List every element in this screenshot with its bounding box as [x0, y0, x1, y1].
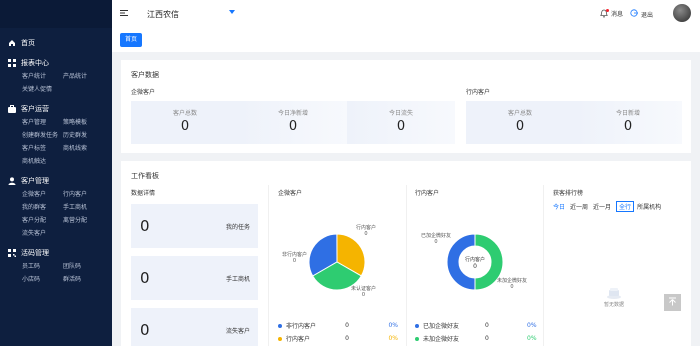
legend-row: 行内客户 0 0% [278, 334, 398, 343]
menu-toggle-icon[interactable] [120, 9, 128, 19]
org-select[interactable]: 江西农信 [147, 8, 237, 20]
back-to-top-button[interactable] [664, 294, 681, 311]
bank-chart-label: 已加企微好友 0 [421, 233, 452, 245]
filter-all-bank[interactable]: 全行 [616, 201, 635, 212]
sidebar-head-reports[interactable]: 报表中心 [0, 56, 112, 70]
filter-org[interactable]: 所属机构 [637, 202, 661, 211]
stat-card: 客户总数 0 [131, 101, 239, 144]
divider [543, 185, 544, 346]
stat-card: 客户总数 0 [466, 101, 574, 144]
workboard-title: 工作看板 [131, 172, 159, 180]
legend-swatch [278, 323, 282, 328]
sidebar-item[interactable]: 客户统计 [22, 70, 63, 83]
sidebar-group-customers: 客户管理 企微客户 行内客户 我的群客 手工商机 客户分配 离营分配 流失客户 [0, 174, 112, 242]
wecom-chart-label: 非行内客户 0 [282, 252, 308, 264]
notification-dot [606, 9, 609, 12]
sidebar-item[interactable]: 流失客户 [22, 227, 63, 240]
divider [268, 185, 269, 346]
wecom-chart-label: 行内客户 0 [356, 225, 377, 237]
tab-bar: 首页 [112, 28, 700, 52]
sidebar-group-livecode: 活码管理 员工码 团队码 小店码 群活码 [0, 246, 112, 288]
briefcase-icon [8, 105, 16, 113]
sidebar-item[interactable]: 关键人促情 [22, 83, 63, 96]
legend-row: 已加企微好友 0 0% [415, 321, 537, 330]
sidebar-head-customers[interactable]: 客户管理 [0, 174, 112, 188]
details-title: 数据详情 [131, 190, 156, 197]
sidebar-head-livecode[interactable]: 活码管理 [0, 246, 112, 260]
bell-icon [600, 9, 609, 18]
legend-row: 未加企微好友 0 0% [415, 334, 537, 343]
filter-week[interactable]: 近一周 [570, 202, 588, 211]
sidebar-item[interactable]: 商机线索 [63, 142, 104, 155]
manual-opportunity-card[interactable]: 0 手工商机 [131, 256, 258, 300]
legend-swatch [415, 323, 419, 328]
top-bar: 江西农信 消息 退出 [112, 0, 700, 29]
legend-row: 非行内客户 0 0% [278, 321, 398, 330]
bank-customers-title: 行内客户 [466, 89, 491, 96]
avatar[interactable] [673, 4, 691, 22]
grid-icon [8, 59, 16, 67]
sidebar-group-reports: 报表中心 客户统计 产品统计 关键人促情 [0, 56, 112, 98]
donut-center: 行内客户 0 [464, 257, 485, 270]
stat-card: 今日新增 0 [574, 101, 682, 144]
sidebar-item[interactable]: 企微客户 [22, 188, 63, 201]
sidebar-item[interactable]: 客户管理 [22, 116, 63, 129]
sidebar-item-home[interactable]: 首页 [0, 36, 112, 50]
sidebar: 首页 报表中心 客户统计 产品统计 关键人促情 客户运营 客户管理 策略模板 创… [0, 0, 112, 346]
sidebar-item[interactable]: 我的群客 [22, 201, 63, 214]
task-card[interactable]: 0 我的任务 [131, 204, 258, 248]
logo [0, 0, 112, 28]
sidebar-item[interactable]: 客户标签 [22, 142, 63, 155]
legend-swatch [415, 336, 419, 341]
legend-swatch [278, 336, 282, 341]
wecom-chart-title: 企微客户 [278, 190, 303, 197]
user-icon [8, 177, 16, 185]
wecom-chart-label: 未认证客户 0 [351, 286, 377, 298]
stat-card: 今日流失 0 [347, 101, 455, 144]
section-title: 客户数据 [131, 71, 159, 79]
logout-icon [630, 9, 638, 19]
sidebar-item[interactable]: 行内客户 [63, 188, 104, 201]
customer-data-card: 客户数据 企微客户 行内客户 客户总数 0 今日净新增 0 今日流失 0 客户总… [121, 60, 691, 153]
ranking-title: 获客排行榜 [553, 190, 584, 197]
sidebar-item[interactable]: 团队码 [63, 260, 104, 273]
stat-card: 今日净新增 0 [239, 101, 347, 144]
sidebar-item[interactable]: 员工码 [22, 260, 63, 273]
home-icon [8, 39, 16, 47]
messages-button[interactable]: 消息 [600, 9, 623, 18]
filter-today[interactable]: 今日 [553, 202, 565, 211]
tab-home[interactable]: 首页 [120, 33, 142, 47]
sidebar-item[interactable]: 策略模板 [63, 116, 104, 129]
org-select-value: 江西农信 [147, 9, 179, 19]
sidebar-head-operations[interactable]: 客户运营 [0, 102, 112, 116]
filter-month[interactable]: 近一月 [593, 202, 611, 211]
empty-state: 暂无数据 [600, 287, 628, 308]
sidebar-item[interactable]: 创建群发任务 [22, 129, 63, 142]
arrow-up-icon [668, 297, 677, 308]
sidebar-group-operations: 客户运营 客户管理 策略模板 创建群发任务 历史群发 客户标签 商机线索 商机触… [0, 102, 112, 170]
bank-chart-title: 行内客户 [415, 190, 440, 197]
lost-customers-card[interactable]: 0 流失客户 [131, 308, 258, 346]
bank-chart-label: 未加企微好友 0 [497, 278, 528, 290]
empty-box-icon [600, 287, 628, 301]
sidebar-item[interactable]: 手工商机 [63, 201, 104, 214]
sidebar-item[interactable]: 历史群发 [63, 129, 104, 142]
ranking-filters: 今日 近一周 近一月 全行 所属机构 [553, 201, 661, 212]
sidebar-item[interactable]: 商机触达 [22, 155, 63, 168]
wecom-customers-title: 企微客户 [131, 89, 156, 96]
sidebar-item[interactable]: 群活码 [63, 273, 104, 286]
caret-down-icon [229, 10, 235, 17]
divider [406, 185, 407, 346]
logout-button[interactable]: 退出 [630, 9, 653, 19]
sidebar-item[interactable]: 小店码 [22, 273, 63, 286]
qrcode-icon [8, 249, 16, 257]
sidebar-item[interactable]: 客户分配 [22, 214, 63, 227]
sidebar-item[interactable]: 离营分配 [63, 214, 104, 227]
sidebar-item[interactable]: 产品统计 [63, 70, 104, 83]
